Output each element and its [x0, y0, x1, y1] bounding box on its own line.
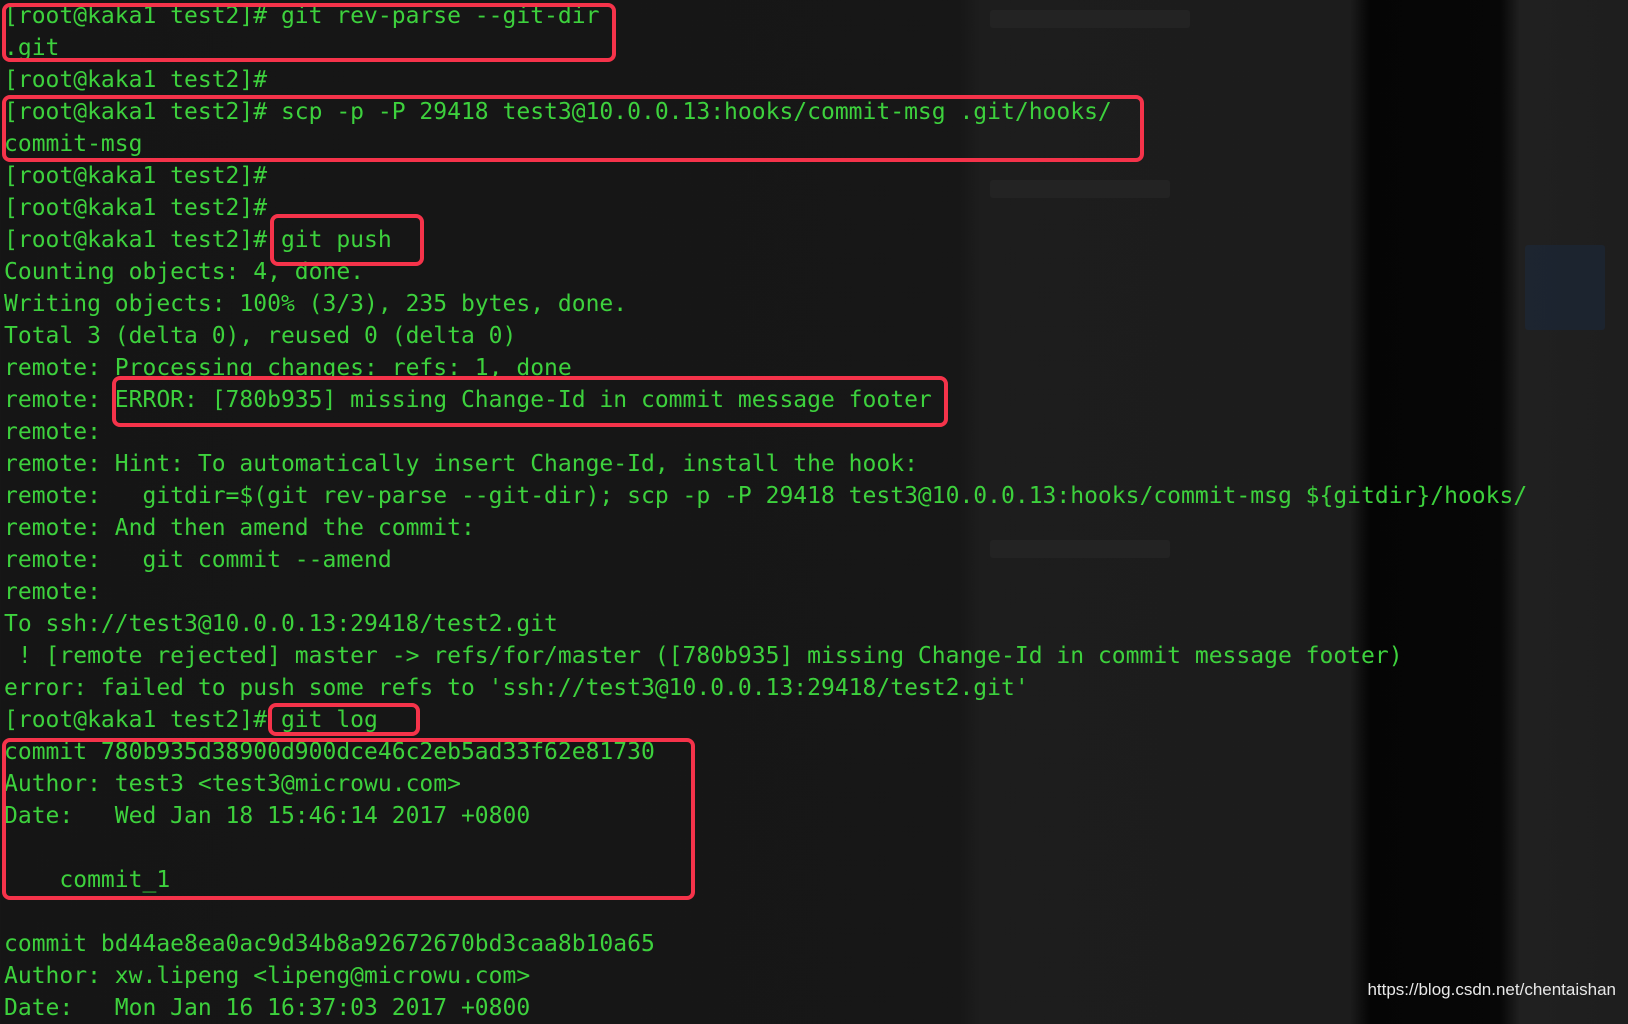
terminal-line: [root@kaka1 test2]# [4, 67, 268, 93]
highlight-box-git-push [270, 214, 424, 266]
terminal-line: remote: Hint: To automatically insert Ch… [4, 451, 918, 477]
terminal-line: remote: And then amend the commit: [4, 515, 475, 541]
watermark: https://blog.csdn.net/chentaishan [1367, 980, 1616, 999]
terminal-line: remote: [4, 579, 101, 605]
terminal-line: [root@kaka1 test2]# git push [4, 227, 392, 253]
terminal-line: [root@kaka1 test2]# git log [4, 707, 378, 733]
terminal-line: commit bd44ae8ea0ac9d34b8a92672670bd3caa… [4, 931, 655, 957]
terminal-line: [root@kaka1 test2]# [4, 163, 268, 189]
highlight-box-git-log [268, 703, 420, 736]
highlight-box-scp [2, 95, 1144, 162]
terminal-line: remote: git commit --amend [4, 547, 392, 573]
highlight-box-commit [2, 738, 695, 900]
terminal-line: Total 3 (delta 0), reused 0 (delta 0) [4, 323, 517, 349]
terminal-line: Writing objects: 100% (3/3), 235 bytes, … [4, 291, 628, 317]
terminal-line: [root@kaka1 test2]# [4, 195, 268, 221]
highlight-box-error [112, 376, 948, 427]
highlight-box-rev-parse [2, 3, 616, 62]
blurred-background [1525, 245, 1605, 330]
terminal-line: Author: xw.lipeng <lipeng@microwu.com> [4, 963, 531, 989]
terminal-line: Counting objects: 4, done. [4, 259, 365, 285]
terminal-line: Date: Mon Jan 16 16:37:03 2017 +0800 [4, 995, 531, 1021]
terminal-line: ! [remote rejected] master -> refs/for/m… [4, 643, 1403, 669]
terminal-line: error: failed to push some refs to 'ssh:… [4, 675, 1029, 701]
terminal-line: remote: gitdir=$(git rev-parse --git-dir… [4, 483, 1528, 509]
terminal-line: To ssh://test3@10.0.0.13:29418/test2.git [4, 611, 558, 637]
